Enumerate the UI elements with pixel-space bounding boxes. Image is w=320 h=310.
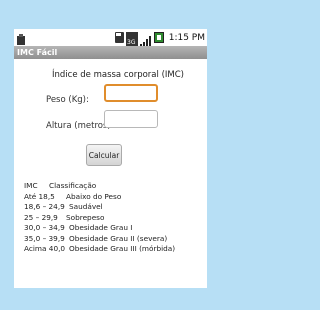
imc-table: IMC Classificação Até 18,5 Abaixo do Peso … <box>24 181 175 255</box>
peso-label: Peso (Kg): <box>46 95 89 105</box>
table-row: 35,0 – 39,9 Obesidade Grau II (severa) <box>24 234 175 245</box>
table-row: 18,6 – 24,9 Saudável <box>24 202 175 213</box>
classificacao: Saudável <box>69 202 103 211</box>
app-title: IMC Fácil <box>17 48 58 57</box>
altura-input[interactable] <box>104 110 158 128</box>
imc-range: 30,0 – 34,9 <box>24 223 65 232</box>
imc-range: 18,6 – 24,9 <box>24 202 65 211</box>
page-heading: Índice de massa corporal (IMC) <box>52 70 184 80</box>
network-3g-icon: 3G <box>125 32 138 47</box>
classificacao: Obesidade Grau II (severa) <box>69 233 168 243</box>
table-row: Acima 40,0 Obesidade Grau III (mórbida) <box>24 244 175 255</box>
status-bar: 3G 1:15 PM <box>14 29 207 47</box>
battery-icon <box>153 28 164 47</box>
table-header: IMC Classificação <box>24 181 175 192</box>
imc-range: 35,0 – 39,9 <box>24 233 65 243</box>
imc-range: 25 – 29,9 <box>24 212 58 222</box>
calcular-button[interactable]: Calcular <box>86 144 122 166</box>
header-classificacao: Classificação <box>49 181 97 190</box>
status-time: 1:15 PM <box>168 32 205 43</box>
title-bar: IMC Fácil <box>14 46 207 59</box>
classificacao: Sobrepeso <box>66 212 105 222</box>
classificacao: Obesidade Grau III (mórbida) <box>69 244 176 253</box>
classificacao: Abaixo do Peso <box>66 191 122 201</box>
sd-card-icon <box>114 32 124 43</box>
signal-icon <box>139 32 152 47</box>
table-row: 25 – 29,9 Sobrepeso <box>24 213 175 224</box>
peso-input[interactable] <box>104 84 158 102</box>
classificacao: Obesidade Grau I <box>69 223 133 232</box>
table-row: 30,0 – 34,9 Obesidade Grau I <box>24 223 175 234</box>
table-row: Até 18,5 Abaixo do Peso <box>24 192 175 203</box>
notification-icon <box>16 31 26 45</box>
svg-text:3G: 3G <box>127 39 136 46</box>
header-imc: IMC <box>24 181 38 190</box>
imc-range: Acima 40,0 <box>24 244 66 253</box>
imc-range: Até 18,5 <box>24 191 55 201</box>
